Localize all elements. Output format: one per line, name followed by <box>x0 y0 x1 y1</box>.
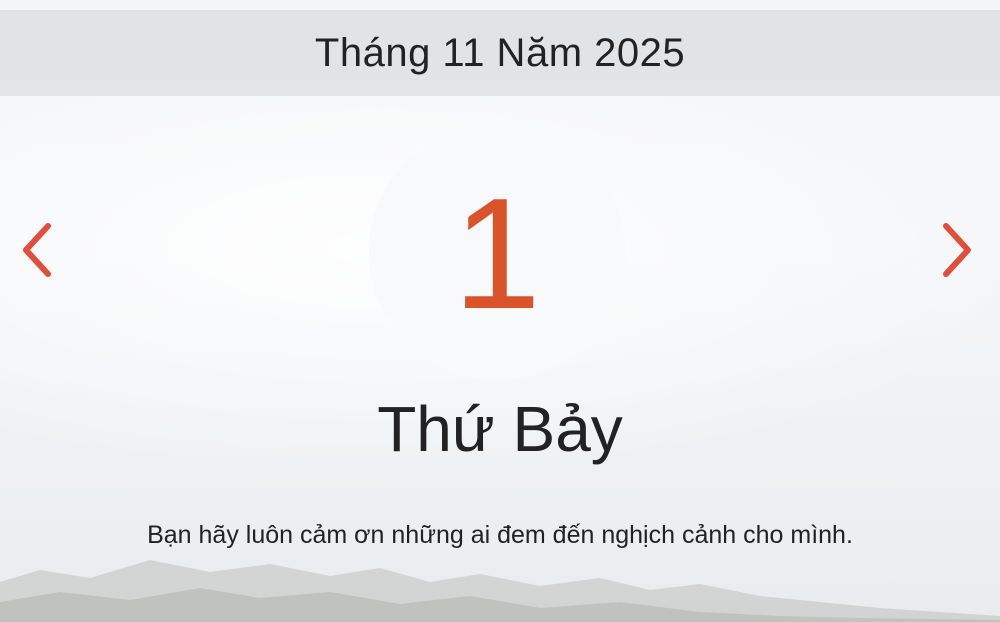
month-header: Tháng 11 Năm 2025 <box>0 10 1000 96</box>
chevron-right-icon <box>943 223 971 277</box>
next-day-button[interactable] <box>936 218 980 282</box>
day-number: 1 <box>453 166 541 342</box>
chevron-left-icon <box>23 223 51 277</box>
weekday-label: Thứ Bảy <box>377 393 623 465</box>
daily-quote: Bạn hãy luôn cảm ơn những ai đem đến ngh… <box>147 521 853 549</box>
day-circle: 1 <box>369 124 625 380</box>
month-year-title: Tháng 11 Năm 2025 <box>314 30 686 75</box>
prev-day-button[interactable] <box>14 218 58 282</box>
